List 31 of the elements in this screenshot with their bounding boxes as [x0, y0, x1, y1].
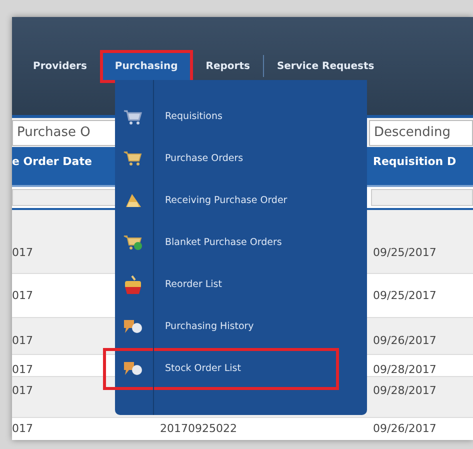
table-cell-text: 09/25/2017: [372, 289, 436, 303]
nav-tab[interactable]: Purchasing: [100, 50, 193, 82]
nav-tab[interactable]: Reports: [196, 50, 259, 82]
menu-item[interactable]: Reorder List: [103, 264, 339, 306]
cart-icon: [122, 234, 142, 252]
order-field[interactable]: Descending: [369, 120, 473, 146]
table-cell-text: 09/28/2017: [372, 363, 436, 377]
table-cell: 017: [12, 246, 33, 260]
table-cell-text: 09/28/2017: [372, 384, 436, 398]
table-cell-text: 09/25/2017: [372, 246, 436, 260]
table-cell-text: 09/26/2017: [372, 422, 436, 436]
menu-item[interactable]: Blanket Purchase Orders: [103, 222, 339, 264]
nav-tab[interactable]: Service Requests: [268, 50, 384, 82]
table-cell-text: 09/26/2017: [372, 334, 436, 348]
cart-icon: [122, 109, 142, 125]
menu-item[interactable]: Receiving Purchase Order: [103, 180, 339, 222]
nav-tab[interactable]: Providers: [24, 50, 96, 82]
table-cell: 017: [12, 422, 33, 436]
table-cell: 20170925022: [160, 422, 237, 435]
menu-item[interactable]: Stock Order List: [103, 348, 339, 390]
speech-bubble-icon: [122, 318, 144, 336]
table-cell: 017: [12, 334, 33, 348]
cart-icon: [122, 150, 142, 168]
table-cell: 017: [12, 289, 33, 303]
menu-item[interactable]: Purchasing History: [103, 306, 339, 348]
filter-field[interactable]: [371, 189, 473, 206]
basket-icon: [122, 275, 142, 295]
column-header[interactable]: Requisition D: [367, 155, 473, 168]
table-cell: 017: [12, 384, 33, 398]
table-cell: 017: [12, 363, 33, 377]
speech-bubble-icon: [122, 360, 144, 378]
